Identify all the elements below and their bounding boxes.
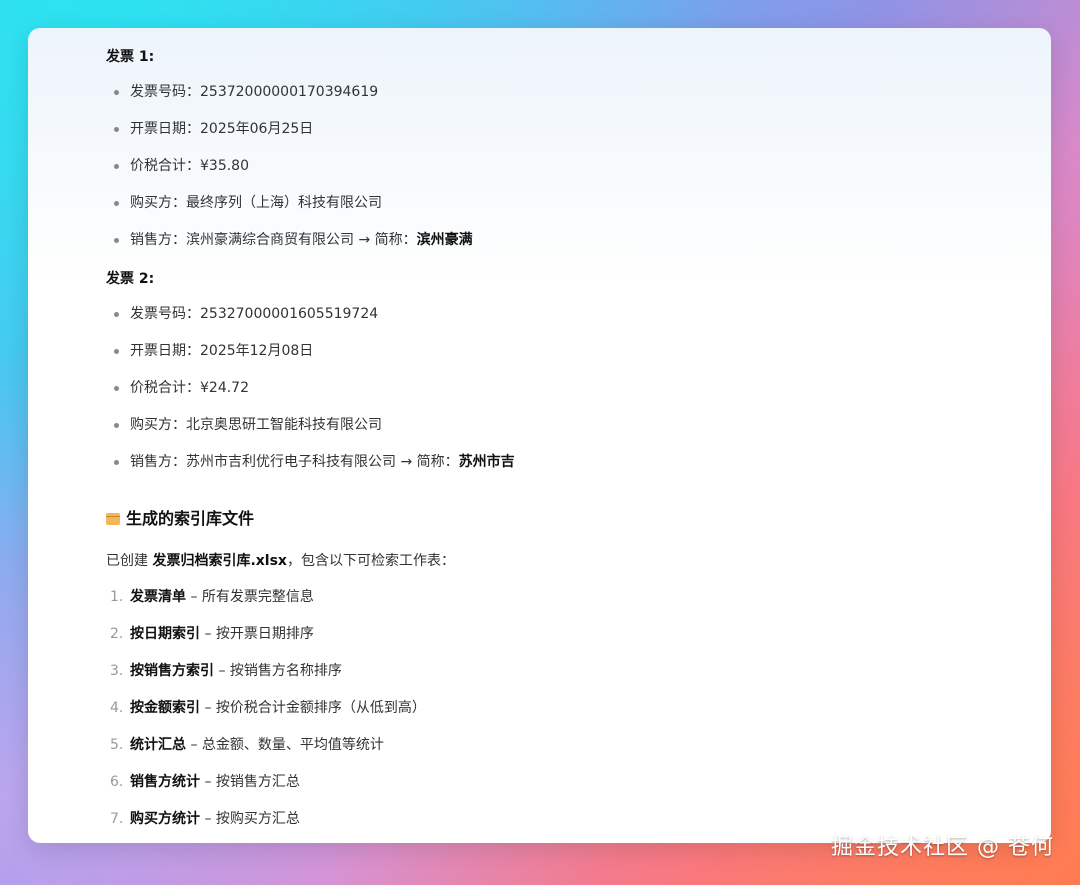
bullet-icon bbox=[114, 238, 119, 243]
item-number: 5. bbox=[110, 737, 124, 753]
item-number: 7. bbox=[110, 811, 124, 827]
bullet-icon bbox=[114, 312, 119, 317]
item-value: 苏州市吉利优行电子科技有限公司 → 简称： bbox=[186, 454, 459, 470]
sheet-desc: – 所有发票完整信息 bbox=[186, 589, 314, 605]
bullet-icon bbox=[114, 90, 119, 95]
watermark: 掘金技术社区 @ 苍何 bbox=[831, 835, 1054, 860]
sheet-desc: – 按销售方名称排序 bbox=[214, 663, 342, 679]
item-number: 2. bbox=[110, 626, 124, 642]
item-number: 1. bbox=[110, 589, 124, 605]
item-label: 购买方： bbox=[130, 417, 186, 433]
intro-paragraph: 已创建 发票归档索引库.xlsx，包含以下可检索工作表： bbox=[106, 550, 455, 570]
item-label: 价税合计： bbox=[130, 158, 200, 174]
sheet-desc: – 按销售方汇总 bbox=[200, 774, 300, 790]
content-card: 发票 1: 发票号码：25372000000170394619 开票日期：202… bbox=[28, 28, 1051, 843]
sheet-name: 发票清单 bbox=[130, 589, 186, 605]
section-title-text: 生成的索引库文件 bbox=[126, 509, 255, 528]
intro-prefix: 已创建 bbox=[106, 553, 153, 569]
item-label: 价税合计： bbox=[130, 380, 200, 396]
item-label: 开票日期： bbox=[130, 121, 200, 137]
item-number: 3. bbox=[110, 663, 124, 679]
sheet-name: 按销售方索引 bbox=[130, 663, 214, 679]
sheet-desc: – 按购买方汇总 bbox=[200, 811, 300, 827]
bullet-icon bbox=[114, 386, 119, 391]
item-label: 开票日期： bbox=[130, 343, 200, 359]
item-value: ¥35.80 bbox=[200, 158, 249, 174]
bullet-icon bbox=[114, 164, 119, 169]
sheet-desc: – 总金额、数量、平均值等统计 bbox=[186, 737, 384, 753]
bullet-icon bbox=[114, 201, 119, 206]
item-value: 北京奥思研工智能科技有限公司 bbox=[186, 417, 382, 433]
bullet-icon bbox=[114, 423, 119, 428]
item-number: 6. bbox=[110, 774, 124, 790]
invoice-2-heading: 发票 2: bbox=[106, 271, 155, 287]
section-title: 生成的索引库文件 bbox=[106, 508, 254, 530]
seller-short-name: 苏州市吉 bbox=[458, 454, 515, 470]
item-label: 发票号码： bbox=[130, 84, 200, 100]
item-label: 销售方： bbox=[130, 232, 186, 248]
bullet-icon bbox=[114, 127, 119, 132]
sheet-name: 购买方统计 bbox=[130, 811, 200, 827]
item-value: 25372000000170394619 bbox=[200, 84, 379, 100]
sheet-name: 按金额索引 bbox=[130, 700, 200, 716]
bullet-icon bbox=[114, 349, 119, 354]
intro-suffix: ，包含以下可检索工作表： bbox=[286, 553, 455, 569]
sheet-name: 统计汇总 bbox=[130, 737, 186, 753]
box-icon bbox=[106, 513, 120, 525]
item-label: 销售方： bbox=[130, 454, 186, 470]
sheet-desc: – 按价税合计金额排序（从低到高） bbox=[200, 700, 426, 716]
item-label: 发票号码： bbox=[130, 306, 200, 322]
sheet-name: 按日期索引 bbox=[130, 626, 200, 642]
item-value: ¥24.72 bbox=[200, 380, 249, 396]
item-value: 25327000001605519724 bbox=[200, 306, 379, 322]
item-value: 2025年12月08日 bbox=[200, 343, 314, 359]
invoice-1-heading: 发票 1: bbox=[106, 49, 155, 65]
sheet-desc: – 按开票日期排序 bbox=[200, 626, 314, 642]
item-number: 4. bbox=[110, 700, 124, 716]
sheet-name: 销售方统计 bbox=[130, 774, 200, 790]
item-value: 2025年06月25日 bbox=[200, 121, 314, 137]
file-name: 发票归档索引库.xlsx bbox=[152, 553, 287, 569]
bullet-icon bbox=[114, 460, 119, 465]
seller-short-name: 滨州豪满 bbox=[416, 232, 473, 248]
item-value: 滨州豪满综合商贸有限公司 → 简称： bbox=[186, 232, 417, 248]
item-label: 购买方： bbox=[130, 195, 186, 211]
item-value: 最终序列（上海）科技有限公司 bbox=[186, 195, 382, 211]
